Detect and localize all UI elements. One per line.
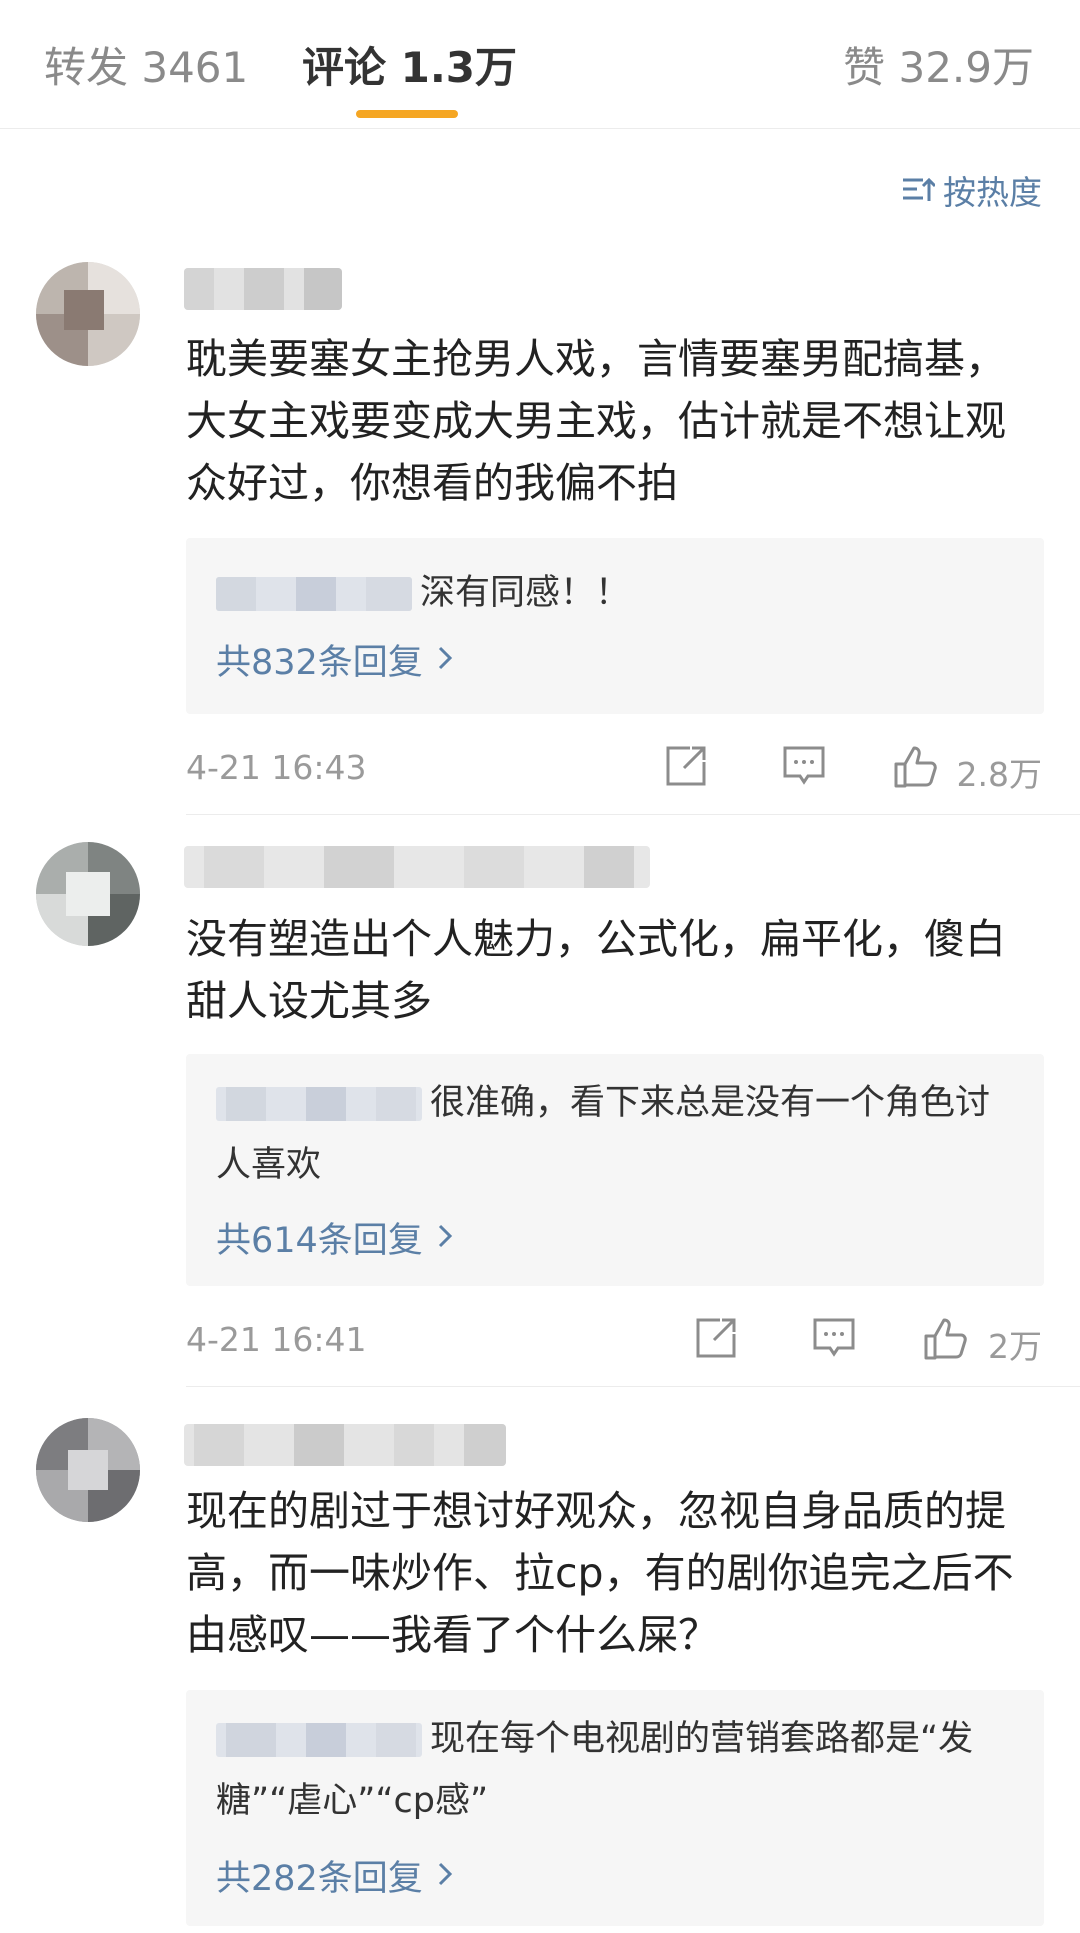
reply-count: 共832条回复: [216, 643, 423, 683]
reply-username-blurred[interactable]: [216, 1723, 422, 1757]
username-blurred[interactable]: [184, 846, 650, 888]
reply-username-blurred[interactable]: [216, 1087, 422, 1121]
chevron-right-icon: [437, 1856, 453, 1896]
comment-text: 现在的剧过于想讨好观众，忽视自身品质的提高，而一味炒作、拉cp，有的剧你追完之后…: [186, 1487, 1014, 1659]
comment-footer: 4-21 16:43 2.8万: [186, 742, 1044, 802]
comment-time: 4-21 16:41: [186, 1320, 367, 1359]
comment-time: 4-21 16:43: [186, 748, 367, 787]
view-replies-link[interactable]: 共832条回复: [216, 634, 453, 685]
username-blurred[interactable]: [184, 268, 342, 310]
reply-username-blurred[interactable]: [216, 577, 412, 611]
like-count: 2.8万: [956, 755, 1042, 794]
reply-preview[interactable]: 深有同感！！ 共832条回复: [186, 538, 1044, 714]
reply-line: 现在每个电视剧的营销套路都是“发糖”“虐心”“cp感”: [216, 1708, 1016, 1832]
sort-by-heat-button[interactable]: 按热度: [901, 166, 1042, 214]
reply-line: 很准确，看下来总是没有一个角色讨人喜欢: [216, 1072, 1016, 1196]
tab-likes[interactable]: 赞 32.9万: [843, 34, 1034, 95]
avatar[interactable]: [36, 1418, 140, 1522]
comment-text: 没有塑造出个人魅力，公式化，扁平化，傻白甜人设尤其多: [186, 915, 1006, 1025]
share-icon[interactable]: [694, 1316, 738, 1364]
reply-count: 共614条回复: [216, 1221, 423, 1261]
tab-comments[interactable]: 评论 1.3万: [302, 34, 517, 95]
divider: [186, 814, 1080, 815]
share-icon[interactable]: [664, 744, 708, 792]
reply-text: 深有同感！！: [420, 573, 631, 613]
comment-tabs: 转发 3461 评论 1.3万 赞 32.9万: [0, 0, 1080, 129]
sort-label: 按热度: [943, 173, 1042, 212]
divider: [186, 1386, 1080, 1387]
chevron-right-icon: [437, 1218, 453, 1258]
avatar[interactable]: [36, 262, 140, 366]
reply-line: 深有同感！！: [216, 562, 1016, 624]
sort-icon: [901, 176, 935, 204]
view-replies-link[interactable]: 共614条回复: [216, 1212, 453, 1263]
like-icon[interactable]: [922, 1316, 968, 1366]
reply-preview[interactable]: 很准确，看下来总是没有一个角色讨人喜欢 共614条回复: [186, 1054, 1044, 1286]
like-count: 2万: [988, 1327, 1042, 1366]
avatar[interactable]: [36, 842, 140, 946]
comment-icon[interactable]: [782, 744, 826, 792]
comment-text: 耽美要塞女主抢男人戏，言情要塞男配搞基，大女主戏要变成大男主戏，估计就是不想让观…: [186, 335, 1006, 507]
reply-preview[interactable]: 现在每个电视剧的营销套路都是“发糖”“虐心”“cp感” 共282条回复: [186, 1690, 1044, 1926]
view-replies-link[interactable]: 共282条回复: [216, 1850, 453, 1901]
username-blurred[interactable]: [184, 1424, 506, 1466]
tab-repost[interactable]: 转发 3461: [44, 34, 248, 95]
active-tab-indicator: [356, 110, 458, 118]
comment-icon[interactable]: [812, 1316, 856, 1364]
comment-footer: 4-21 16:41 2万: [186, 1314, 1044, 1374]
reply-count: 共282条回复: [216, 1859, 423, 1899]
chevron-right-icon: [437, 640, 453, 680]
like-icon[interactable]: [892, 744, 938, 794]
